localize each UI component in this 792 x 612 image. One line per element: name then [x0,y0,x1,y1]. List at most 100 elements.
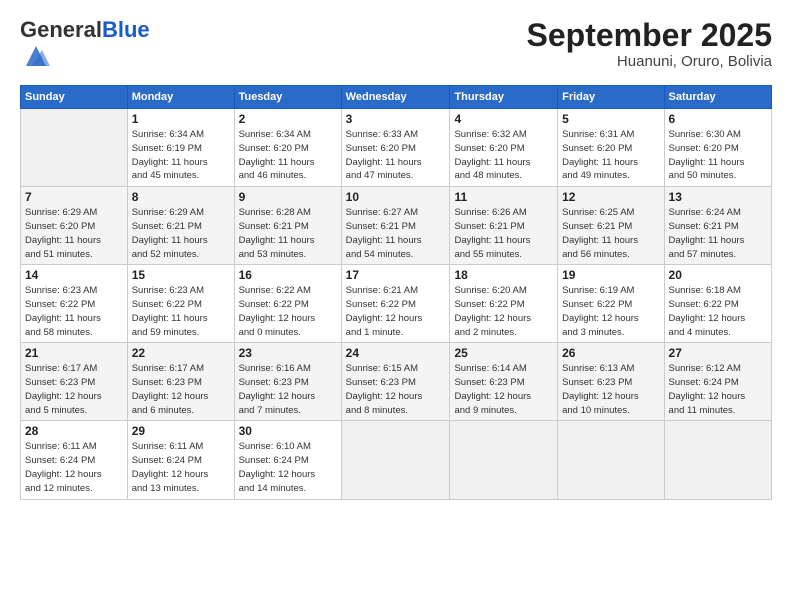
calendar-week-4: 21 Sunrise: 6:17 AMSunset: 6:23 PMDayligh… [21,343,772,421]
day-info: Sunrise: 6:30 AMSunset: 6:20 PMDaylight:… [669,128,767,183]
day-info: Sunrise: 6:12 AMSunset: 6:24 PMDaylight:… [669,362,767,417]
day-number: 3 [346,112,446,126]
day-number: 24 [346,346,446,360]
calendar-cell: 25 Sunrise: 6:14 AMSunset: 6:23 PMDayligh… [450,343,558,421]
logo-general: General [20,17,102,42]
calendar-cell: 27 Sunrise: 6:12 AMSunset: 6:24 PMDayligh… [664,343,771,421]
calendar-cell: 6 Sunrise: 6:30 AMSunset: 6:20 PMDaylight… [664,109,771,187]
day-info: Sunrise: 6:32 AMSunset: 6:20 PMDaylight:… [454,128,553,183]
day-number: 21 [25,346,123,360]
day-number: 27 [669,346,767,360]
day-info: Sunrise: 6:18 AMSunset: 6:22 PMDaylight:… [669,284,767,339]
day-number: 28 [25,424,123,438]
calendar-cell: 22 Sunrise: 6:17 AMSunset: 6:23 PMDayligh… [127,343,234,421]
calendar-cell: 26 Sunrise: 6:13 AMSunset: 6:23 PMDayligh… [558,343,664,421]
calendar-cell: 7Sunrise: 6:29 AMSunset: 6:20 PMDaylight… [21,187,128,265]
header-sunday: Sunday [21,86,128,109]
day-info: Sunrise: 6:29 AMSunset: 6:21 PMDaylight:… [132,206,230,261]
calendar-cell: 15Sunrise: 6:23 AMSunset: 6:22 PMDayligh… [127,265,234,343]
calendar-week-3: 14 Sunrise: 6:23 AMSunset: 6:22 PMDayligh… [21,265,772,343]
calendar-cell [341,421,450,499]
logo-text: GeneralBlue [20,18,150,42]
header-row: Sunday Monday Tuesday Wednesday Thursday… [21,86,772,109]
day-number: 20 [669,268,767,282]
calendar-cell: 9 Sunrise: 6:28 AMSunset: 6:21 PMDaylight… [234,187,341,265]
calendar-cell: 19Sunrise: 6:19 AMSunset: 6:22 PMDayligh… [558,265,664,343]
day-number: 14 [25,268,123,282]
calendar-cell: 30 Sunrise: 6:10 AMSunset: 6:24 PMDayligh… [234,421,341,499]
day-number: 22 [132,346,230,360]
calendar-cell: 5 Sunrise: 6:31 AMSunset: 6:20 PMDaylight… [558,109,664,187]
day-number: 18 [454,268,553,282]
calendar-week-5: 28 Sunrise: 6:11 AMSunset: 6:24 PMDayligh… [21,421,772,499]
calendar-cell: 20 Sunrise: 6:18 AMSunset: 6:22 PMDayligh… [664,265,771,343]
calendar-cell: 10Sunrise: 6:27 AMSunset: 6:21 PMDayligh… [341,187,450,265]
day-number: 12 [562,190,659,204]
day-info: Sunrise: 6:17 AMSunset: 6:23 PMDaylight:… [25,362,123,417]
day-number: 4 [454,112,553,126]
day-number: 7 [25,190,123,204]
header-tuesday: Tuesday [234,86,341,109]
day-number: 25 [454,346,553,360]
day-number: 1 [132,112,230,126]
calendar-cell [450,421,558,499]
calendar-cell: 23Sunrise: 6:16 AMSunset: 6:23 PMDayligh… [234,343,341,421]
header-wednesday: Wednesday [341,86,450,109]
calendar-cell: 13Sunrise: 6:24 AMSunset: 6:21 PMDayligh… [664,187,771,265]
day-number: 17 [346,268,446,282]
day-number: 5 [562,112,659,126]
day-info: Sunrise: 6:11 AMSunset: 6:24 PMDaylight:… [132,440,230,495]
day-number: 23 [239,346,337,360]
day-info: Sunrise: 6:10 AMSunset: 6:24 PMDaylight:… [239,440,337,495]
day-info: Sunrise: 6:33 AMSunset: 6:20 PMDaylight:… [346,128,446,183]
header-friday: Friday [558,86,664,109]
day-info: Sunrise: 6:28 AMSunset: 6:21 PMDaylight:… [239,206,337,261]
header-thursday: Thursday [450,86,558,109]
day-info: Sunrise: 6:22 AMSunset: 6:22 PMDaylight:… [239,284,337,339]
calendar-cell [21,109,128,187]
calendar-cell: 16 Sunrise: 6:22 AMSunset: 6:22 PMDayligh… [234,265,341,343]
day-info: Sunrise: 6:26 AMSunset: 6:21 PMDaylight:… [454,206,553,261]
day-info: Sunrise: 6:13 AMSunset: 6:23 PMDaylight:… [562,362,659,417]
day-number: 16 [239,268,337,282]
day-number: 11 [454,190,553,204]
day-number: 26 [562,346,659,360]
day-info: Sunrise: 6:31 AMSunset: 6:20 PMDaylight:… [562,128,659,183]
day-info: Sunrise: 6:34 AMSunset: 6:19 PMDaylight:… [132,128,230,183]
header-monday: Monday [127,86,234,109]
day-number: 8 [132,190,230,204]
day-info: Sunrise: 6:20 AMSunset: 6:22 PMDaylight:… [454,284,553,339]
calendar-cell: 24 Sunrise: 6:15 AMSunset: 6:23 PMDayligh… [341,343,450,421]
logo-blue: Blue [102,17,150,42]
day-info: Sunrise: 6:14 AMSunset: 6:23 PMDaylight:… [454,362,553,417]
calendar-cell: 29 Sunrise: 6:11 AMSunset: 6:24 PMDayligh… [127,421,234,499]
day-info: Sunrise: 6:27 AMSunset: 6:21 PMDaylight:… [346,206,446,261]
day-info: Sunrise: 6:17 AMSunset: 6:23 PMDaylight:… [132,362,230,417]
day-number: 29 [132,424,230,438]
calendar-cell: 1 Sunrise: 6:34 AMSunset: 6:19 PMDaylight… [127,109,234,187]
location-subtitle: Huanuni, Oruro, Bolivia [527,53,772,70]
calendar-cell: 18 Sunrise: 6:20 AMSunset: 6:22 PMDayligh… [450,265,558,343]
day-number: 2 [239,112,337,126]
day-number: 30 [239,424,337,438]
logo: GeneralBlue [20,18,150,75]
calendar-week-1: 1 Sunrise: 6:34 AMSunset: 6:19 PMDaylight… [21,109,772,187]
month-title: September 2025 [527,18,772,53]
calendar-cell: 21 Sunrise: 6:17 AMSunset: 6:23 PMDayligh… [21,343,128,421]
day-number: 19 [562,268,659,282]
calendar-cell: 12Sunrise: 6:25 AMSunset: 6:21 PMDayligh… [558,187,664,265]
page-header: GeneralBlue September 2025 Huanuni, Orur… [20,18,772,75]
day-number: 13 [669,190,767,204]
day-info: Sunrise: 6:23 AMSunset: 6:22 PMDaylight:… [132,284,230,339]
calendar-cell: 2Sunrise: 6:34 AMSunset: 6:20 PMDaylight… [234,109,341,187]
calendar-cell [558,421,664,499]
logo-icon [22,42,50,70]
day-number: 6 [669,112,767,126]
day-info: Sunrise: 6:21 AMSunset: 6:22 PMDaylight:… [346,284,446,339]
day-info: Sunrise: 6:23 AMSunset: 6:22 PMDaylight:… [25,284,123,339]
calendar-cell: 8 Sunrise: 6:29 AMSunset: 6:21 PMDaylight… [127,187,234,265]
day-info: Sunrise: 6:15 AMSunset: 6:23 PMDaylight:… [346,362,446,417]
calendar-cell: 28Sunrise: 6:11 AMSunset: 6:24 PMDayligh… [21,421,128,499]
calendar-cell: 3 Sunrise: 6:33 AMSunset: 6:20 PMDaylight… [341,109,450,187]
day-number: 9 [239,190,337,204]
